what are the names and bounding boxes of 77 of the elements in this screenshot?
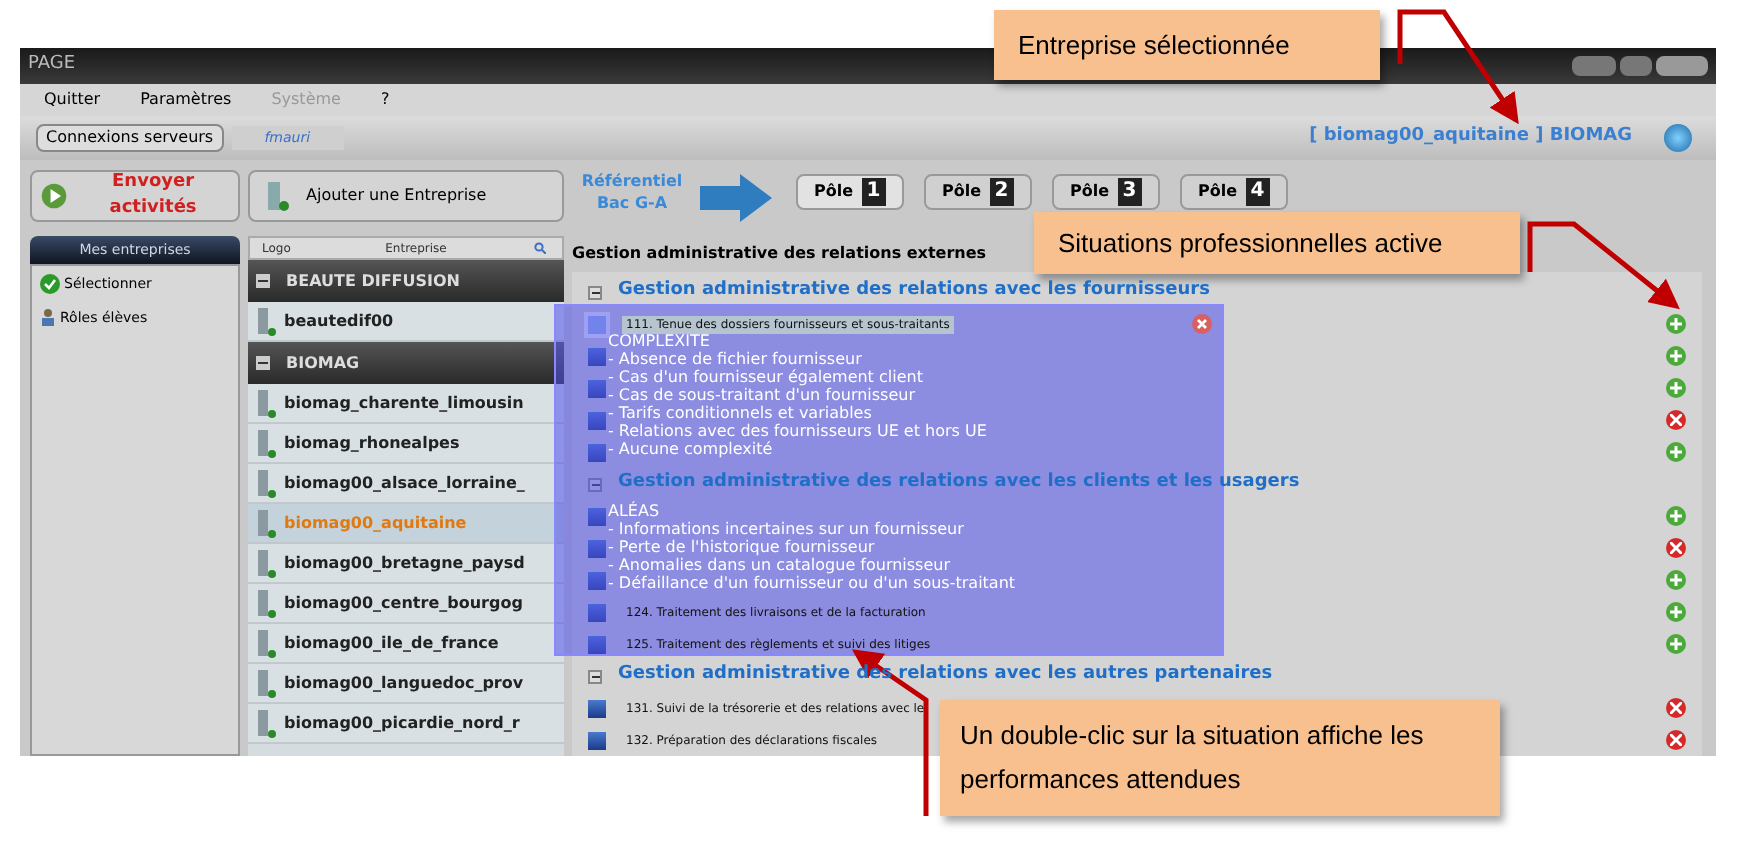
tooltip-heading: COMPLEXITE	[608, 332, 710, 350]
menu-item[interactable]: Quitter	[44, 88, 101, 112]
right-arrow-icon	[700, 174, 772, 222]
active-status-icon[interactable]	[1666, 602, 1686, 622]
company-row[interactable]: biomag00_alsace_lorraine_	[248, 464, 564, 504]
play-icon	[40, 180, 69, 212]
active-status-icon[interactable]	[1666, 346, 1686, 366]
minimize-button[interactable]	[1572, 56, 1616, 76]
send-activities-button[interactable]: Envoyer activités	[30, 170, 240, 222]
referentiel-label: Bac G-A	[596, 192, 668, 214]
company-row[interactable]: biomag00_bretagne_paysd	[248, 544, 564, 584]
user-icon	[40, 308, 56, 327]
pole-button[interactable]: Pôle 2	[924, 174, 1032, 210]
building-icon	[256, 469, 276, 497]
group-title: Gestion administrative des relations avec les clients et les usagers	[618, 470, 1300, 497]
tooltip-line: - Perte de l'historique fournisseur	[608, 538, 875, 556]
globe-icon[interactable]	[1664, 124, 1692, 152]
active-status-icon[interactable]	[1666, 506, 1686, 526]
tooltip-line: - Absence de fichier fournisseur	[608, 350, 862, 368]
collapse-icon[interactable]	[588, 669, 602, 683]
active-status-icon[interactable]	[1666, 314, 1686, 334]
menu-item[interactable]: ?	[380, 88, 390, 112]
section-title: Gestion administrative des relations externes	[572, 242, 987, 266]
active-status-icon[interactable]	[1666, 634, 1686, 654]
tooltip-line: - Relations avec des fournisseurs UE et hors UE	[608, 422, 987, 440]
check-icon	[40, 274, 60, 295]
callout-note: Un double-clic sur la situation affiche les performances attendues	[940, 700, 1500, 816]
building-icon	[256, 709, 276, 737]
selected-company-label: [ biomag00_aquitaine ] BIOMAG	[1309, 124, 1632, 151]
tooltip-line: - Informations incertaines sur un fournisseur	[608, 520, 964, 538]
building-icon	[256, 629, 276, 657]
pole-button[interactable]: Pôle 4	[1180, 174, 1288, 210]
close-icon[interactable]	[1192, 314, 1212, 334]
building-icon	[256, 589, 276, 617]
add-company-button[interactable]: Ajouter une Entreprise	[248, 170, 564, 222]
building-icon	[256, 389, 276, 417]
building-icon	[266, 180, 290, 212]
tooltip-line: - Anomalies dans un catalogue fournisseur	[608, 556, 950, 574]
search-icon[interactable]	[534, 242, 546, 254]
building-icon	[256, 429, 276, 457]
pole-button[interactable]: Pôle 1	[796, 174, 904, 210]
close-button[interactable]	[1656, 56, 1708, 76]
company-row[interactable]: biomag_charente_limousin	[248, 384, 564, 424]
collapse-icon[interactable]	[588, 285, 602, 299]
company-row[interactable]: biomag00_picardie_nord_r	[248, 704, 564, 744]
situation-icon[interactable]	[588, 731, 606, 749]
connect-servers-button[interactable]: Connexions serveurs	[36, 124, 224, 152]
group-header[interactable]: BEAUTE DIFFUSION	[248, 260, 564, 302]
referentiel-label: Référentiel	[581, 170, 683, 192]
building-icon	[256, 509, 276, 537]
tooltip-heading: ALÉAS	[608, 502, 660, 520]
maximize-button[interactable]	[1620, 56, 1652, 76]
tooltip-line: - Défaillance d'un fournisseur ou d'un sous-traitant	[608, 574, 1016, 592]
company-row[interactable]: biomag_rhonealpes	[248, 424, 564, 464]
situation-icon[interactable]	[588, 699, 606, 717]
group-title: Gestion administrative des relations avec les fournisseurs	[618, 278, 1210, 305]
callout-note: Entreprise sélectionnée	[994, 10, 1380, 80]
tooltip-line: - Aucune complexité	[608, 440, 773, 458]
window-title: PAGE	[28, 52, 76, 79]
tooltip-line: - Cas d'un fournisseur également client	[608, 368, 923, 386]
company-row[interactable]: beautedif00	[248, 302, 564, 342]
building-icon	[256, 549, 276, 577]
tooltip-line: - Tarifs conditionnels et variables	[608, 404, 872, 422]
group-header[interactable]: BIOMAG	[248, 342, 564, 384]
company-row[interactable]: biomag00_ile_de_france	[248, 624, 564, 664]
active-status-icon[interactable]	[1666, 570, 1686, 590]
building-icon	[256, 307, 276, 335]
menu-item[interactable]: Paramètres	[140, 88, 232, 112]
company-row[interactable]: biomag00_languedoc_prov	[248, 664, 564, 704]
active-status-icon[interactable]	[1666, 378, 1686, 398]
company-row[interactable]: biomag00_centre_bourgog	[248, 584, 564, 624]
pole-button[interactable]: Pôle 3	[1052, 174, 1160, 210]
building-icon	[256, 669, 276, 697]
callout-note: Situations professionnelles active	[1034, 212, 1520, 274]
tooltip-line: - Cas de sous-traitant d'un fournisseur	[608, 386, 915, 404]
annotation-arrow	[1397, 9, 1519, 125]
active-status-icon[interactable]	[1666, 442, 1686, 462]
